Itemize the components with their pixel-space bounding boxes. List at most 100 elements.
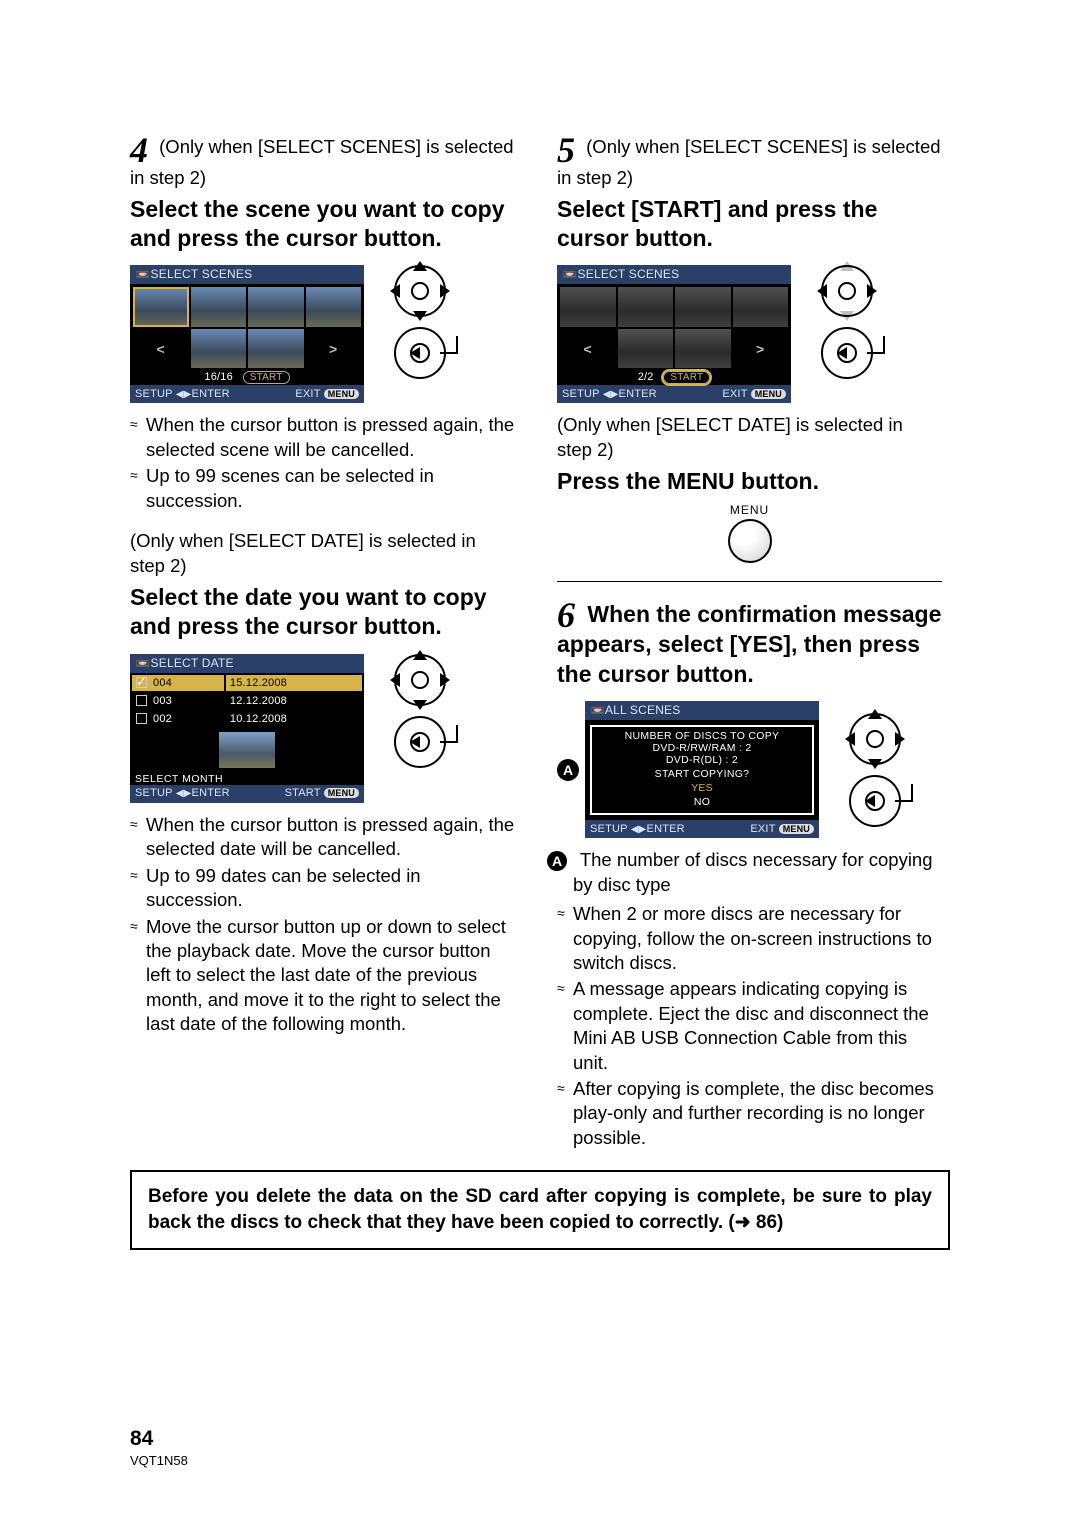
page-left-icon: <	[560, 329, 616, 369]
press-center-icon	[849, 775, 901, 827]
callout-a-text: A The number of discs necessary for copy…	[557, 848, 942, 898]
scene-thumb	[191, 287, 247, 327]
menu-button-icon	[728, 519, 772, 563]
step5-title: Select [START] and press the cursor butt…	[557, 195, 942, 254]
checkbox-icon	[136, 713, 147, 724]
scene-thumb	[306, 287, 362, 327]
dialog-line: NUMBER OF DISCS TO COPY	[596, 730, 808, 742]
footer-enter: ENTER	[192, 388, 230, 400]
note-item: A message appears indicating copying is …	[557, 977, 942, 1075]
controls-illustration	[821, 265, 873, 379]
separator	[557, 581, 942, 582]
note-item: Up to 99 dates can be selected in succes…	[130, 864, 515, 913]
note-item: Up to 99 scenes can be selected in succe…	[130, 464, 515, 513]
scene-thumb	[560, 287, 616, 327]
dpad-icon	[821, 265, 873, 317]
footer-setup: SETUP	[590, 823, 627, 835]
step-5-menu: (Only when [SELECT DATE] is selected in …	[557, 413, 942, 562]
scene-count: 16/16	[204, 371, 233, 383]
callout-a-badge: A	[557, 759, 579, 781]
checkbox-icon	[136, 695, 147, 706]
dialog-box: NUMBER OF DISCS TO COPY DVD-R/RW/RAM : 2…	[590, 725, 814, 815]
footer-exit: EXIT	[750, 823, 775, 835]
footer-setup: SETUP	[135, 388, 172, 400]
confirm-screen-wrap: A 📼 ALL SCENES NUMBER OF DISCS TO COPY D…	[557, 701, 819, 838]
step-number-5: 5	[557, 135, 575, 166]
scene-thumb	[675, 287, 731, 327]
screen-header: SELECT SCENES	[578, 267, 680, 281]
start-label: START	[285, 787, 321, 799]
date-table: 004 15.12.2008 003 12.12.2008 002 10.12.…	[130, 673, 364, 729]
screen-header: SELECT DATE	[151, 656, 234, 670]
date-row: 002 10.12.2008	[132, 711, 362, 727]
scene-thumb	[133, 287, 189, 327]
step-number-4: 4	[130, 135, 148, 166]
start-button-label: START	[243, 371, 290, 384]
dialog-line: DVD-R/RW/RAM : 2	[596, 742, 808, 754]
note-item: When the cursor button is pressed again,…	[130, 413, 515, 462]
note-item: When 2 or more discs are necessary for c…	[557, 902, 942, 975]
dpad-icon	[394, 265, 446, 317]
dialog-line: DVD-R(DL) : 2	[596, 754, 808, 766]
step5b-title: Press the MENU button.	[557, 467, 942, 496]
step-5: 5 (Only when [SELECT SCENES] is selected…	[557, 135, 942, 403]
step4-notes: When the cursor button is pressed again,…	[130, 413, 515, 513]
footer-menu: MENU	[779, 824, 814, 834]
controls-illustration	[394, 265, 446, 379]
step6-notes: When 2 or more discs are necessary for c…	[557, 902, 942, 1150]
step4-precondition: (Only when [SELECT SCENES] is selected i…	[130, 136, 514, 188]
warning-box: Before you delete the data on the SD car…	[130, 1170, 950, 1249]
step6-title: When the confirmation message appears, s…	[557, 601, 941, 687]
scene-count: 2/2	[638, 371, 654, 383]
scene-thumb	[675, 329, 731, 369]
footer-enter: ENTER	[192, 787, 230, 799]
select-scenes-start-screen: 📼 SELECT SCENES < > 2/2 START	[557, 265, 791, 403]
controls-illustration	[849, 713, 901, 827]
dialog-line: START COPYING?	[596, 768, 808, 780]
step-number-6: 6	[557, 600, 575, 631]
step4b-precondition: (Only when [SELECT DATE] is selected in …	[130, 529, 515, 579]
controls-illustration	[394, 654, 446, 768]
footer-exit: EXIT	[722, 388, 747, 400]
callout-a-icon: A	[547, 851, 567, 871]
manual-page: 4 (Only when [SELECT SCENES] is selected…	[0, 0, 1080, 1250]
scene-thumb	[618, 329, 674, 369]
start-button-label: START	[663, 371, 710, 384]
page-left-icon: <	[133, 329, 189, 369]
scene-thumb	[618, 287, 674, 327]
left-column: 4 (Only when [SELECT SCENES] is selected…	[130, 135, 515, 1152]
dpad-icon	[394, 654, 446, 706]
right-column: 5 (Only when [SELECT SCENES] is selected…	[557, 135, 942, 1152]
footer-exit: EXIT	[295, 388, 320, 400]
step-4-date: (Only when [SELECT DATE] is selected in …	[130, 529, 515, 1036]
press-center-icon	[821, 327, 873, 379]
press-center-icon	[394, 327, 446, 379]
dpad-icon	[849, 713, 901, 765]
menu-button-figure: MENU	[557, 503, 942, 563]
checkbox-icon	[136, 677, 147, 688]
footer-setup: SETUP	[562, 388, 599, 400]
step-6: 6 When the confirmation message appears,…	[557, 600, 942, 1150]
note-item: Move the cursor button up or down to sel…	[130, 915, 515, 1037]
footer-menu: MENU	[324, 788, 359, 798]
scene-thumb	[248, 287, 304, 327]
yes-option: YES	[691, 782, 713, 794]
step5-precondition: (Only when [SELECT SCENES] is selected i…	[557, 136, 941, 188]
note-item: When the cursor button is pressed again,…	[130, 813, 515, 862]
screen-header: SELECT SCENES	[151, 267, 253, 281]
footer-enter: ENTER	[619, 388, 657, 400]
step5b-precondition: (Only when [SELECT DATE] is selected in …	[557, 413, 942, 463]
note-item: After copying is complete, the disc beco…	[557, 1077, 942, 1150]
footer-menu: MENU	[751, 389, 786, 399]
page-right-icon: >	[733, 329, 789, 369]
date-row: 003 12.12.2008	[132, 693, 362, 709]
select-month-label: SELECT MONTH	[130, 771, 364, 785]
confirm-copy-screen: 📼 ALL SCENES NUMBER OF DISCS TO COPY DVD…	[585, 701, 819, 838]
select-scenes-screen: 📼 SELECT SCENES < > 16/16 START	[130, 265, 364, 403]
footer-enter: ENTER	[647, 823, 685, 835]
press-center-icon	[394, 716, 446, 768]
page-right-icon: >	[306, 329, 362, 369]
step4b-notes: When the cursor button is pressed again,…	[130, 813, 515, 1037]
date-row: 004 15.12.2008	[132, 675, 362, 691]
step4b-title: Select the date you want to copy and pre…	[130, 583, 515, 642]
